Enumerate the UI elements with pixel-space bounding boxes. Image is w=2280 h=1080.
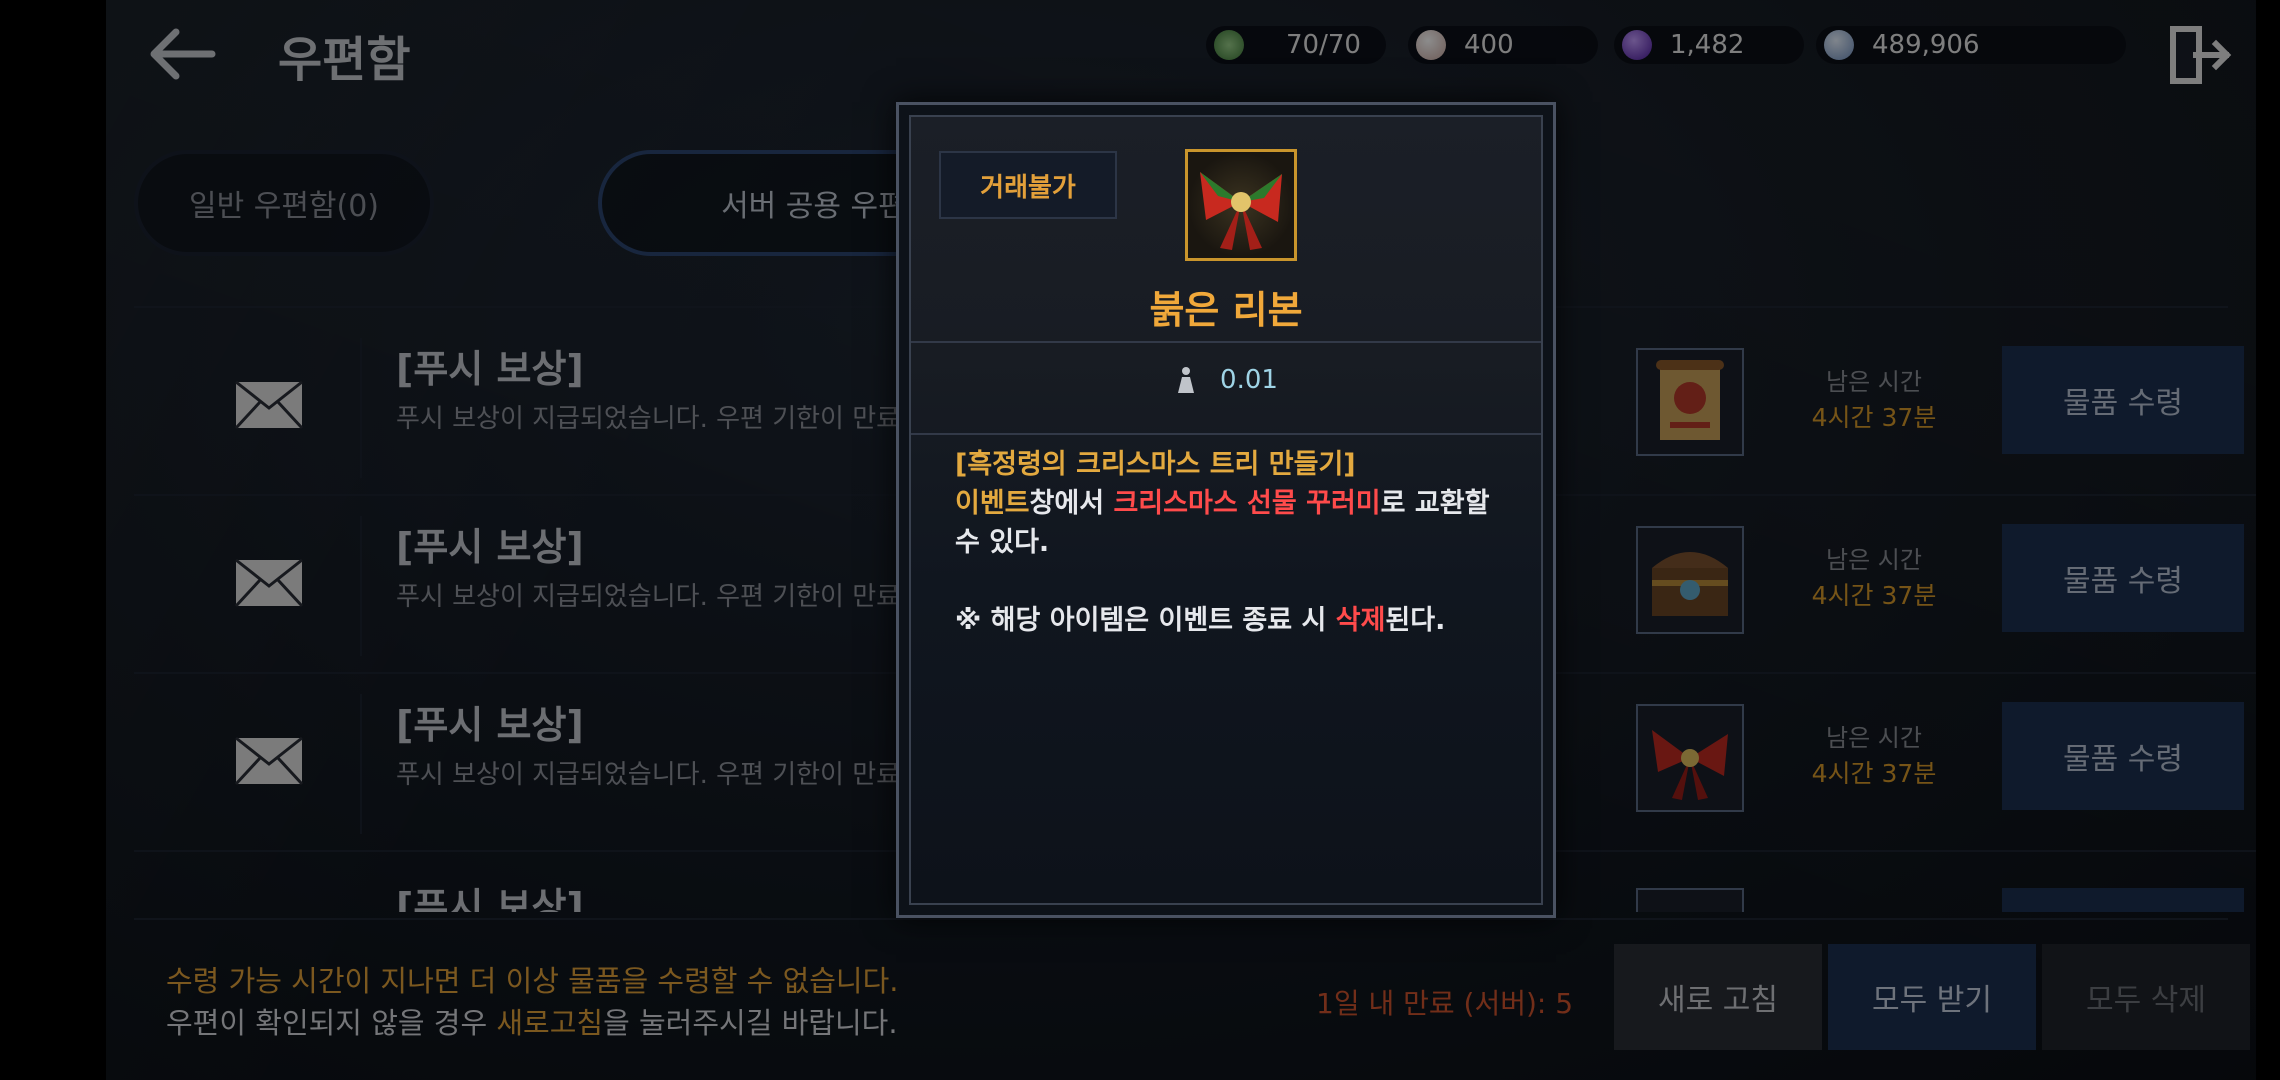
item-description: [흑정령의 크리스마스 트리 만들기] 이벤트창에서 크리스마스 선물 꾸러미로…	[955, 445, 1511, 640]
description-line: 수 있다.	[955, 527, 1050, 558]
delete-text: 삭제	[1335, 605, 1386, 636]
gift-package-text: 크리스마스 선물 꾸러미	[1113, 488, 1381, 519]
note-text: ※ 해당 아이템은 이벤트 종료 시	[955, 605, 1336, 636]
red-ribbon-icon	[1200, 172, 1282, 250]
weight-icon	[1178, 367, 1195, 393]
weight-value: 0.01	[1220, 365, 1278, 395]
event-text: 이벤트	[955, 488, 1030, 519]
description-text: 창에서	[1029, 488, 1114, 519]
item-tooltip-popup: 거래불가 붉은 리본 0.01 [흑정령의 크리스마스 트리 만들기] 이벤트창…	[896, 102, 1556, 918]
item-weight: 0.01	[911, 365, 1541, 395]
popup-frame: 거래불가 붉은 리본 0.01 [흑정령의 크리스마스 트리 만들기] 이벤트창…	[909, 115, 1543, 905]
description-text: 로 교환할	[1380, 488, 1490, 519]
description-line: 이벤트창에서 크리스마스 선물 꾸러미로 교환할	[955, 484, 1511, 523]
untradable-badge: 거래불가	[939, 151, 1117, 219]
popup-divider	[911, 433, 1541, 435]
popup-divider	[911, 341, 1541, 343]
description-note: ※ 해당 아이템은 이벤트 종료 시 삭제된다.	[955, 601, 1511, 640]
item-icon	[1185, 149, 1297, 261]
description-title: [흑정령의 크리스마스 트리 만들기]	[955, 449, 1356, 480]
item-name: 붉은 리본	[1149, 288, 1303, 332]
note-text: 된다.	[1385, 605, 1446, 636]
